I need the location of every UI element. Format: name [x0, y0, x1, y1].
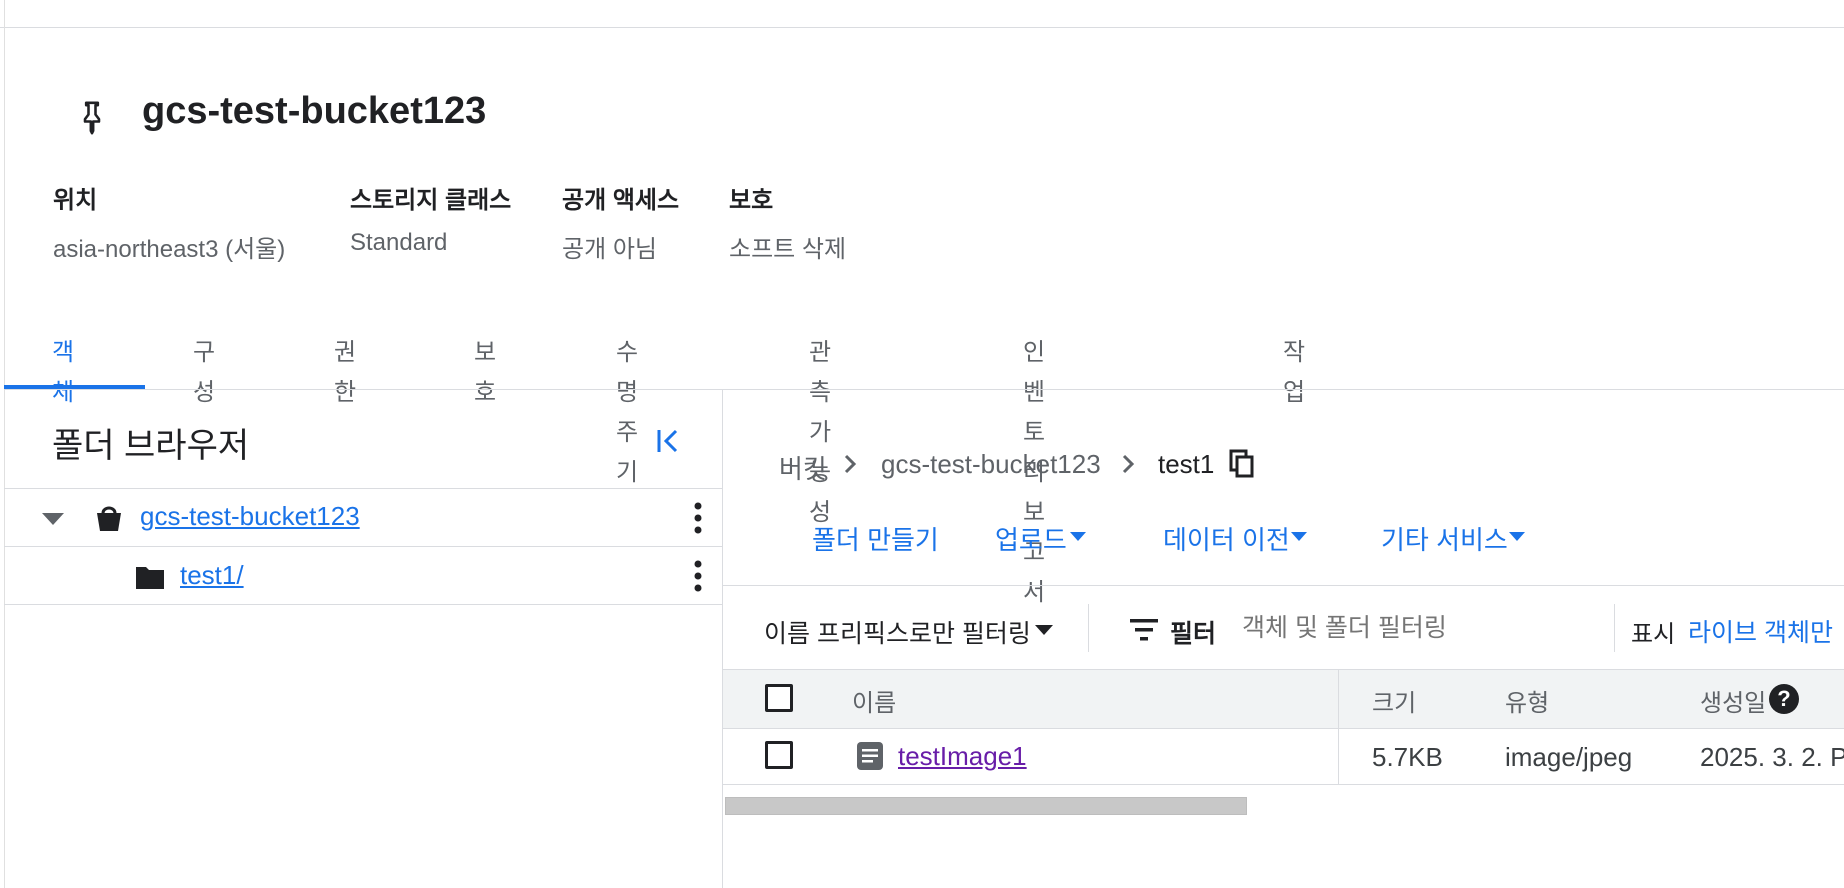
help-icon[interactable]: ?	[1769, 684, 1799, 714]
meta-protection-value: 소프트 삭제	[729, 236, 847, 263]
copy-icon[interactable]	[1229, 449, 1255, 479]
more-vert-icon[interactable]	[693, 559, 703, 593]
prefix-filter-label: 이름 프리픽스로만 필터링	[764, 620, 1031, 648]
tab-operations[interactable]: 작업	[1283, 333, 1305, 406]
upload-button[interactable]: 업로드	[995, 520, 1067, 557]
tab-permissions[interactable]: 권한	[334, 333, 356, 406]
breadcrumb-buckets[interactable]: 버킷	[779, 449, 827, 486]
other-services-button[interactable]: 기타 서비스	[1381, 520, 1508, 557]
tree-item-bucket-label[interactable]: gcs-test-bucket123	[140, 501, 360, 532]
top-divider	[0, 27, 1844, 28]
meta-public-access-value: 공개 아님	[562, 236, 657, 263]
tree-item-bucket[interactable]: gcs-test-bucket123	[4, 489, 722, 547]
create-folder-button[interactable]: 폴더 만들기	[812, 520, 939, 557]
horizontal-scrollbar[interactable]	[725, 797, 1247, 815]
filter-input[interactable]	[1240, 606, 1604, 650]
filter-bar-divider	[723, 585, 1844, 586]
caret-down-icon[interactable]	[1070, 532, 1086, 541]
caret-down-icon[interactable]	[1509, 532, 1525, 541]
data-transfer-button[interactable]: 데이터 이전	[1163, 520, 1290, 557]
column-header-type[interactable]: 유형	[1505, 683, 1549, 718]
page-title: gcs-test-bucket123	[142, 90, 487, 132]
expand-caret-icon[interactable]	[40, 511, 66, 527]
filter-label: 필터	[1170, 620, 1217, 648]
tab-protection[interactable]: 보호	[474, 333, 496, 406]
folder-icon	[136, 567, 164, 589]
file-document-icon	[857, 742, 883, 770]
row-checkbox[interactable]	[765, 741, 793, 769]
select-all-checkbox[interactable]	[765, 684, 793, 712]
tab-configuration[interactable]: 구성	[193, 333, 215, 406]
tree-item-folder[interactable]: test1/	[4, 547, 722, 605]
breadcrumb-current-folder: test1	[1158, 449, 1215, 479]
more-vert-icon[interactable]	[693, 501, 703, 535]
collapse-panel-icon[interactable]	[654, 426, 684, 456]
prefix-filter-dropdown[interactable]: 이름 프리픽스로만 필터링	[764, 614, 1031, 650]
object-type: image/jpeg	[1505, 742, 1633, 772]
show-separator	[1614, 604, 1615, 652]
chevron-right-icon	[1122, 454, 1135, 474]
caret-down-icon[interactable]	[1035, 625, 1053, 635]
meta-location-value: asia-northeast3 (서울)	[53, 236, 286, 263]
show-live-objects-dropdown[interactable]: 라이브 객체만	[1688, 613, 1833, 649]
tab-inventory-reports[interactable]: 인벤토리 보고서	[1023, 333, 1045, 606]
column-header-name[interactable]: 이름	[852, 683, 896, 718]
meta-storage-class-value: Standard	[350, 229, 448, 256]
tree-item-folder-label[interactable]: test1/	[180, 560, 244, 591]
filter-separator	[1088, 604, 1089, 652]
meta-public-access-label: 공개 액세스	[562, 187, 680, 214]
column-header-size[interactable]: 크기	[1372, 683, 1416, 718]
object-size: 5.7KB	[1372, 742, 1443, 772]
column-header-created[interactable]: 생성일	[1700, 683, 1766, 718]
caret-down-icon[interactable]	[1291, 532, 1307, 541]
bucket-icon	[97, 506, 121, 531]
upload-label: 업로드	[995, 525, 1067, 555]
object-name-link[interactable]: testImage1	[898, 741, 1027, 772]
tab-objects[interactable]: 객체	[52, 333, 74, 406]
chevron-right-icon	[844, 454, 857, 474]
other-services-label: 기타 서비스	[1381, 525, 1508, 555]
folder-browser-title: 폴더 브라우저	[52, 427, 250, 465]
data-transfer-label: 데이터 이전	[1163, 525, 1290, 555]
tab-lifecycle[interactable]: 수명 주기	[616, 333, 638, 486]
folder-tree-divider-bottom	[4, 604, 722, 605]
meta-location-label: 위치	[53, 187, 98, 214]
object-created: 2025. 3. 2. P	[1700, 742, 1844, 772]
filter-list-icon[interactable]	[1129, 617, 1159, 643]
pin-icon[interactable]	[78, 100, 106, 136]
breadcrumb-bucket[interactable]: gcs-test-bucket123	[881, 449, 1101, 480]
column-separator[interactable]	[1338, 669, 1339, 785]
tab-observability[interactable]: 관측 가능성	[809, 333, 831, 526]
show-label: 표시	[1631, 621, 1676, 648]
meta-protection-label: 보호	[729, 187, 774, 214]
table-row-divider	[723, 784, 1844, 785]
meta-storage-class-label: 스토리지 클래스	[350, 187, 512, 214]
